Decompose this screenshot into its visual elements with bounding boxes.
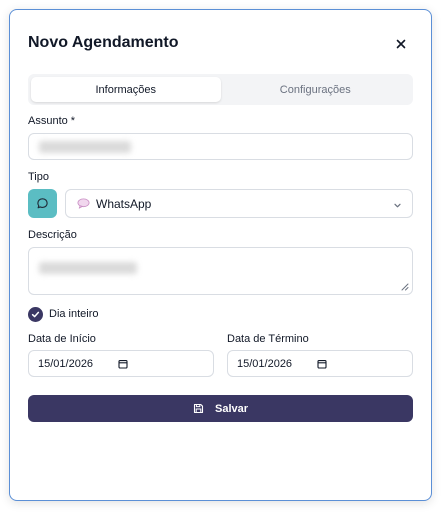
all-day-label: Dia inteiro <box>49 308 99 320</box>
end-date-value: 15/01/2026 <box>237 357 293 370</box>
chat-bubble-icon <box>37 198 48 209</box>
start-date-input[interactable]: 15/01/2026 <box>28 350 214 377</box>
close-icon <box>396 39 406 49</box>
subject-value-redacted <box>39 140 131 153</box>
end-date-input[interactable]: 15/01/2026 <box>227 350 413 377</box>
tab-configuracoes[interactable]: Configurações <box>221 77 411 102</box>
resize-grip-icon[interactable] <box>401 283 409 291</box>
description-value-redacted <box>39 262 137 274</box>
new-appointment-dialog: Novo Agendamento Informações Configuraçõ… <box>9 9 432 501</box>
subject-input[interactable] <box>28 133 413 160</box>
save-icon <box>193 403 204 414</box>
start-date-value: 15/01/2026 <box>38 357 94 370</box>
calendar-icon[interactable] <box>118 359 128 372</box>
tab-informacoes[interactable]: Informações <box>31 77 221 102</box>
description-label: Descrição <box>28 229 77 241</box>
calendar-icon[interactable] <box>317 359 327 372</box>
checkmark-icon <box>31 311 40 318</box>
start-date-label: Data de Início <box>28 333 96 345</box>
speech-bubble-icon <box>77 198 90 209</box>
close-button[interactable] <box>392 35 410 53</box>
tab-bar: Informações Configurações <box>28 74 413 105</box>
save-button-label: Salvar <box>214 402 249 415</box>
chevron-down-icon <box>393 199 402 213</box>
end-date-label: Data de Término <box>227 333 309 345</box>
type-select-value: WhatsApp <box>96 196 152 211</box>
subject-label: Assunto * <box>28 115 76 127</box>
type-label: Tipo <box>28 171 49 183</box>
type-select[interactable]: WhatsApp <box>65 189 413 218</box>
save-button[interactable]: Salvar <box>28 395 413 422</box>
all-day-checkbox[interactable] <box>28 307 43 322</box>
description-textarea[interactable] <box>28 247 413 295</box>
type-icon-button[interactable] <box>28 189 57 218</box>
dialog-title: Novo Agendamento <box>28 34 179 51</box>
